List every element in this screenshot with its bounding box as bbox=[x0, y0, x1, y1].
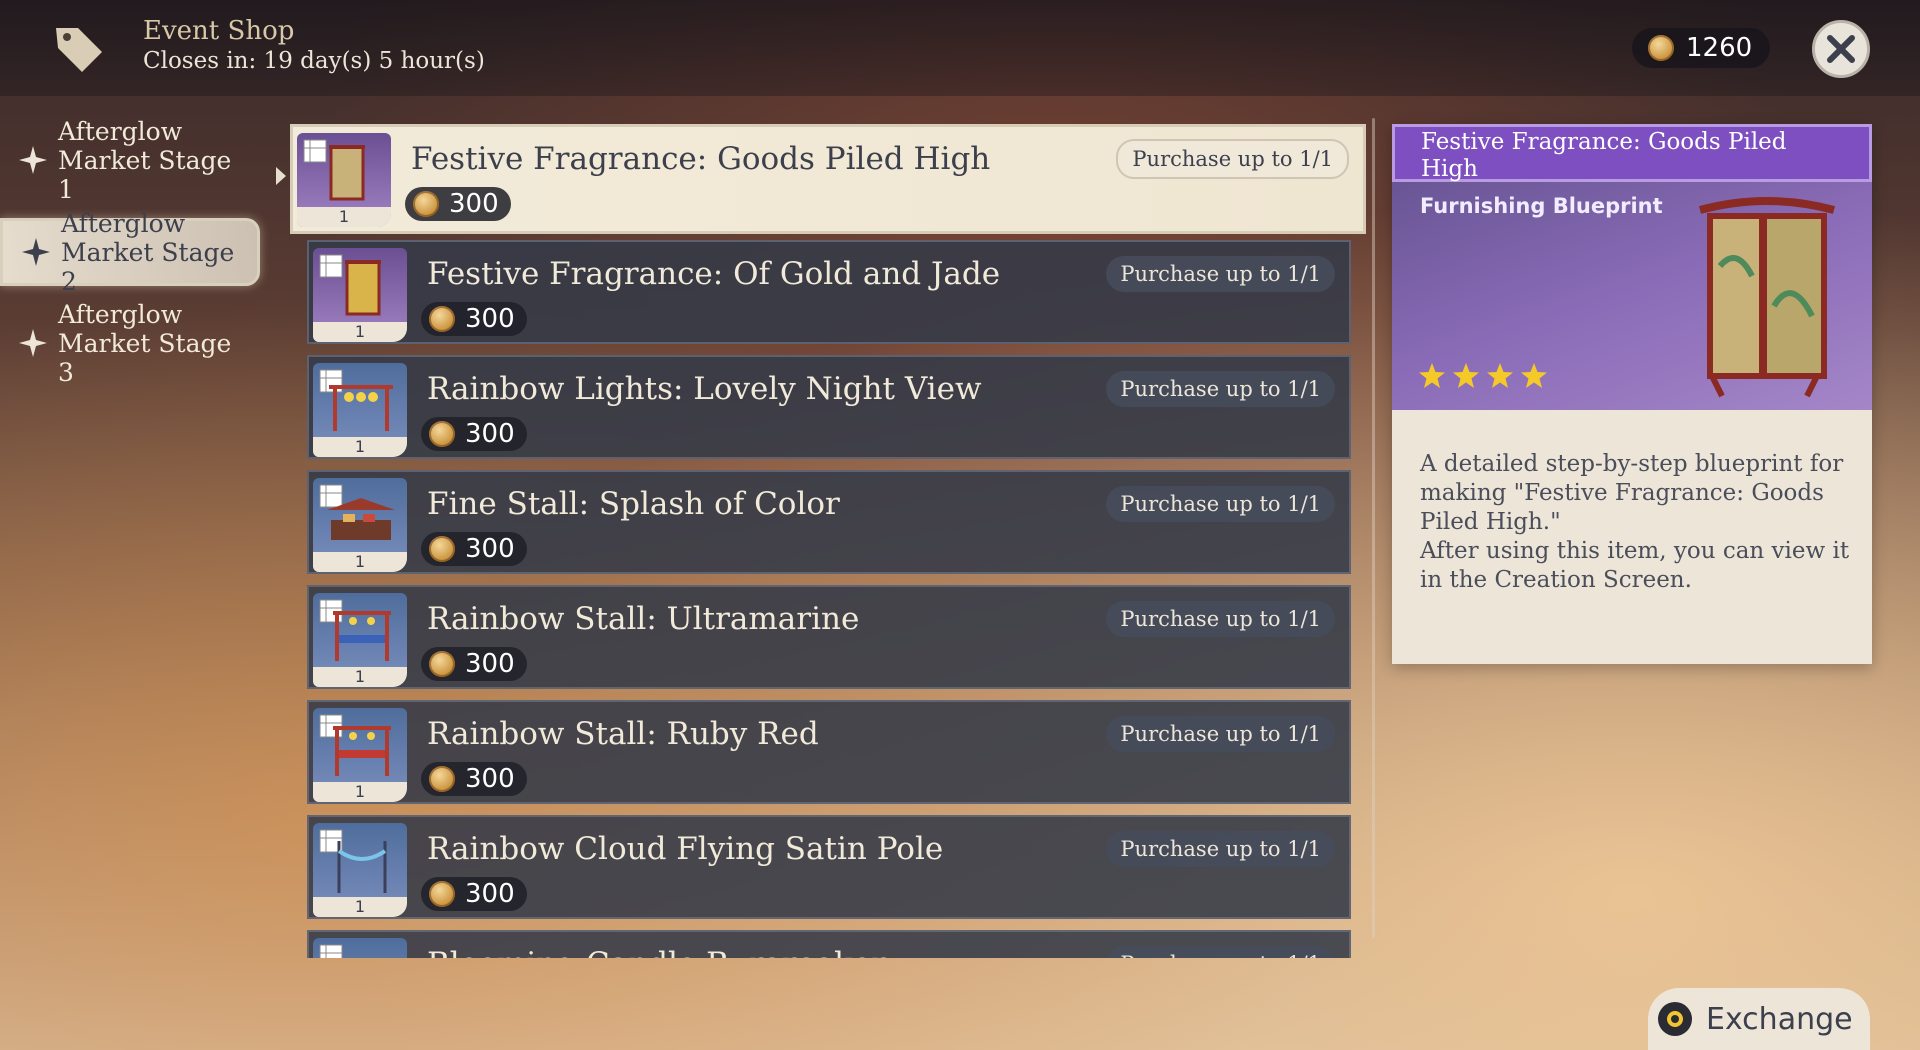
detail-title: Festive Fragrance: Goods Piled High bbox=[1421, 129, 1787, 182]
blueprint-icon bbox=[303, 139, 327, 163]
chevron-right-icon bbox=[276, 167, 286, 185]
coin-icon bbox=[1648, 35, 1674, 61]
shop-item-row[interactable]: 1 Rainbow Lights: Lovely Night View 300 … bbox=[307, 355, 1351, 459]
purchase-limit: Purchase up to 1/1 bbox=[1106, 831, 1335, 867]
sidebar-item-stage-2[interactable]: Afterglow Market Stage 2 bbox=[0, 209, 260, 296]
controller-button-icon bbox=[1658, 1002, 1692, 1036]
purchase-limit: Purchase up to 1/1 bbox=[1106, 256, 1335, 292]
market-stall-icon bbox=[333, 611, 391, 661]
item-name: Rainbow Stall: Ultramarine bbox=[427, 601, 860, 637]
item-quantity: 1 bbox=[313, 552, 407, 572]
item-quantity: 1 bbox=[313, 897, 407, 917]
sidebar-item-stage-1[interactable]: Afterglow Market Stage 1 bbox=[0, 117, 260, 204]
item-name: Rainbow Cloud Flying Satin Pole bbox=[427, 831, 944, 867]
detail-item-type: Furnishing Blueprint bbox=[1420, 194, 1663, 218]
sidebar-item-label: Afterglow Market Stage 3 bbox=[58, 299, 232, 387]
blueprint-icon bbox=[319, 944, 343, 958]
coin-icon bbox=[429, 536, 455, 562]
item-name: Rainbow Stall: Ruby Red bbox=[427, 716, 819, 752]
star-icon bbox=[1521, 363, 1547, 388]
star-icon bbox=[1487, 363, 1513, 388]
folding-screen-icon bbox=[1698, 197, 1836, 398]
exchange-label: Exchange bbox=[1706, 1001, 1853, 1037]
sparkle-icon bbox=[19, 329, 47, 357]
shop-item-row[interactable]: 1 Rainbow Stall: Ruby Red 300 Purchase u… bbox=[307, 700, 1351, 804]
item-name: Fine Stall: Splash of Color bbox=[427, 486, 840, 522]
item-name: Festive Fragrance: Goods Piled High bbox=[411, 141, 991, 177]
coin-icon bbox=[429, 766, 455, 792]
purchase-limit: Purchase up to 1/1 bbox=[1106, 486, 1335, 522]
coin-icon bbox=[429, 306, 455, 332]
satin-pole-icon bbox=[337, 841, 387, 893]
item-thumbnail: 1 bbox=[297, 133, 391, 227]
detail-header: Festive Fragrance: Goods Piled High Furn… bbox=[1392, 124, 1872, 410]
item-price: 300 bbox=[405, 187, 511, 221]
shop-item-row[interactable]: 1 Rainbow Stall: Ultramarine 300 Purchas… bbox=[307, 585, 1351, 689]
shop-item-row[interactable]: 1 Festive Fragrance: Of Gold and Jade 30… bbox=[307, 240, 1351, 344]
item-quantity: 1 bbox=[313, 322, 407, 342]
item-name: Blooming Candle Buraroaker bbox=[427, 946, 886, 958]
shop-item-list[interactable]: 1 Festive Fragrance: Goods Piled High 30… bbox=[290, 120, 1370, 958]
item-thumbnail: 1 bbox=[313, 248, 407, 342]
top-bar: Event Shop Closes in: 19 day(s) 5 hour(s… bbox=[0, 0, 1920, 96]
market-stall-icon bbox=[333, 726, 391, 776]
item-name: Rainbow Lights: Lovely Night View bbox=[427, 371, 982, 407]
exchange-button[interactable]: Exchange bbox=[1648, 988, 1870, 1050]
list-scrollbar[interactable] bbox=[1372, 118, 1375, 938]
purchase-limit: Purchase up to 1/1 bbox=[1106, 371, 1335, 407]
item-price: 300 bbox=[421, 532, 527, 566]
item-price: 300 bbox=[421, 877, 527, 911]
rarity-stars bbox=[1418, 362, 1548, 390]
item-quantity: 1 bbox=[297, 207, 391, 227]
item-price: 300 bbox=[421, 762, 527, 796]
item-thumbnail: 1 bbox=[313, 708, 407, 802]
detail-description: A detailed step-by-step blueprint for ma… bbox=[1420, 451, 1850, 593]
shop-title: Event Shop bbox=[143, 16, 295, 46]
item-quantity: 1 bbox=[313, 782, 407, 802]
sidebar-item-label: Afterglow Market Stage 1 bbox=[58, 116, 232, 204]
blueprint-icon bbox=[319, 254, 343, 278]
folding-screen-icon bbox=[329, 145, 365, 201]
star-icon bbox=[1419, 363, 1445, 388]
shop-item-row[interactable]: 1 Rainbow Cloud Flying Satin Pole 300 Pu… bbox=[307, 815, 1351, 919]
coin-icon bbox=[429, 421, 455, 447]
close-icon bbox=[1827, 35, 1855, 63]
currency-counter: 1260 bbox=[1632, 28, 1770, 68]
sidebar-item-label: Afterglow Market Stage 2 bbox=[61, 208, 235, 296]
item-quantity: 1 bbox=[313, 667, 407, 687]
purchase-limit: Purchase up to 1/1 bbox=[1106, 601, 1335, 637]
shop-item-row[interactable]: 1 Festive Fragrance: Goods Piled High 30… bbox=[290, 124, 1366, 234]
purchase-limit: Purchase up to 1/1 bbox=[1106, 946, 1335, 958]
price-tag-icon bbox=[56, 28, 102, 72]
detail-title-bar: Festive Fragrance: Goods Piled High bbox=[1392, 124, 1872, 182]
item-name: Festive Fragrance: Of Gold and Jade bbox=[427, 256, 1001, 292]
coin-icon bbox=[429, 881, 455, 907]
item-price: 300 bbox=[421, 417, 527, 451]
star-icon bbox=[1453, 363, 1479, 388]
item-thumbnail: 1 bbox=[313, 363, 407, 457]
item-thumbnail: 1 bbox=[313, 478, 407, 572]
sparkle-icon bbox=[19, 146, 47, 174]
folding-screen-icon bbox=[345, 260, 381, 316]
sparkle-icon bbox=[22, 238, 50, 266]
shop-timer: Closes in: 19 day(s) 5 hour(s) bbox=[143, 48, 485, 74]
item-thumbnail: 1 bbox=[313, 938, 407, 958]
item-detail-panel: Festive Fragrance: Goods Piled High Furn… bbox=[1392, 124, 1872, 664]
lantern-lights-icon bbox=[329, 385, 393, 431]
item-price: 300 bbox=[421, 302, 527, 336]
item-thumbnail: 1 bbox=[313, 593, 407, 687]
coin-icon bbox=[413, 191, 439, 217]
item-quantity: 1 bbox=[313, 437, 407, 457]
purchase-limit: Purchase up to 1/1 bbox=[1106, 716, 1335, 752]
sidebar-item-stage-3[interactable]: Afterglow Market Stage 3 bbox=[0, 300, 260, 387]
shop-item-row[interactable]: 1 Blooming Candle Buraroaker 300 Purchas… bbox=[307, 930, 1351, 958]
item-thumbnail: 1 bbox=[313, 823, 407, 917]
coin-icon bbox=[429, 651, 455, 677]
close-button[interactable] bbox=[1812, 20, 1870, 78]
item-price: 300 bbox=[421, 647, 527, 681]
market-stall-icon bbox=[327, 498, 395, 540]
shop-item-row[interactable]: 1 Fine Stall: Splash of Color 300 Purcha… bbox=[307, 470, 1351, 574]
purchase-limit: Purchase up to 1/1 bbox=[1116, 139, 1349, 179]
currency-amount: 1260 bbox=[1686, 33, 1753, 63]
